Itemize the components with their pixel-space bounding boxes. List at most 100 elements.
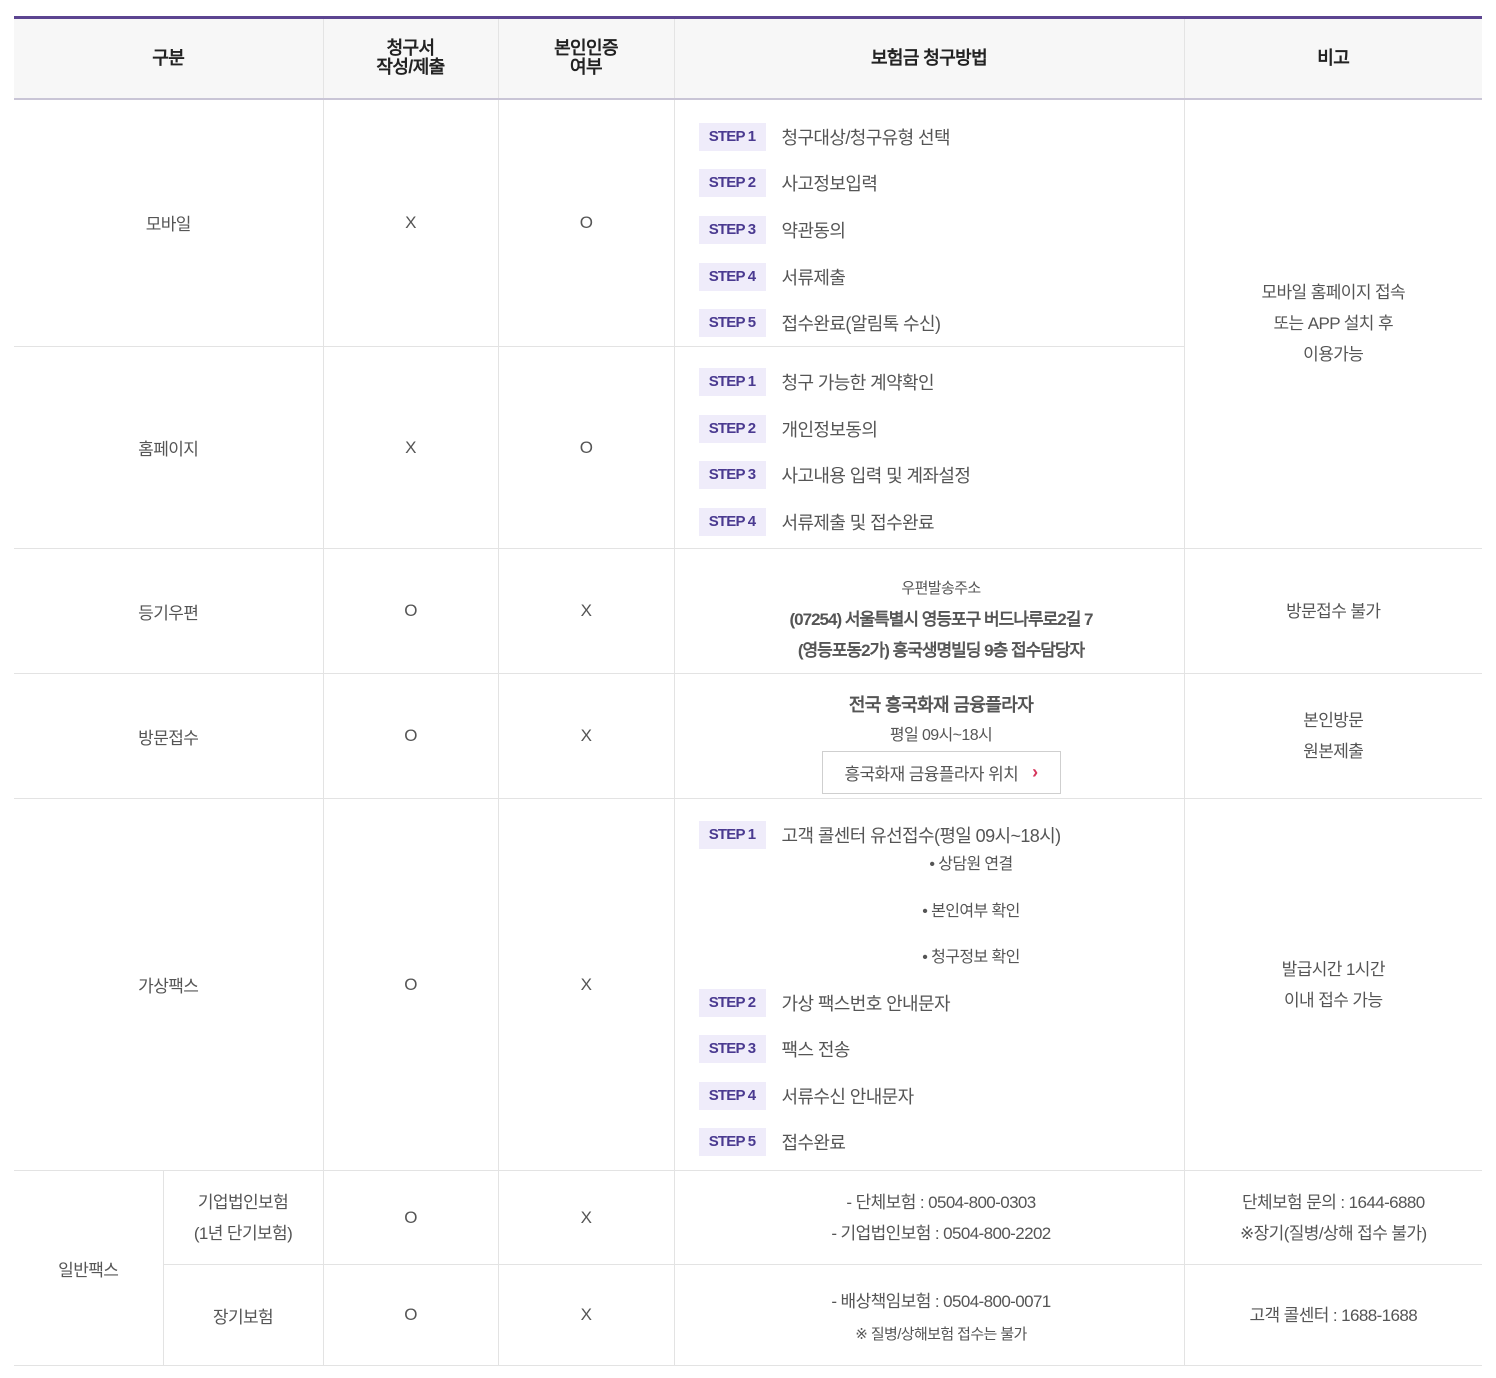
header-claim-form: 청구서 작성/제출 (322, 17, 499, 100)
corporate-insurance-name: 기업법인보험 (1년 단기보험) (162, 1170, 324, 1266)
visit-category: 방문접수 (14, 673, 324, 800)
step-item: STEP 5 접수완료(알림톡 수신) (698, 300, 1184, 347)
virtual-fax-form-mark: O (322, 798, 499, 1172)
corporate-fax-line2: - 기업법인보험 : 0504-800-2202 (831, 1223, 1051, 1243)
mail-identity-mark: X (497, 548, 675, 675)
step-badge: STEP 5 (698, 309, 766, 338)
mail-address-line2: (영등포동2가) 흥국생명빌딩 9층 접수담당자 (797, 640, 1085, 660)
row-virtual-fax: 가상팩스 O X STEP 1 고객 콜센터 유선접수(평일 09시~18시) •… (14, 798, 1483, 1172)
corporate-fax-line1: - 단체보험 : 0504-800-0303 (846, 1192, 1036, 1212)
sub-step-item: • 본인여부 확인 (922, 902, 1020, 920)
table-header-row: 구분 청구서 작성/제출 본인인증 여부 보험금 청구방법 비고 (14, 17, 1483, 100)
step-text: 접수완료(알림톡 수신) (781, 314, 941, 335)
row-mobile: 모바일 X O STEP 1 청구대상/청구유형 선택 STEP 2 사고정보입력 … (14, 98, 1483, 550)
step-text: 개인정보동의 (781, 419, 878, 440)
step-badge: STEP 4 (698, 1081, 766, 1110)
corporate-insurance-name-line1: 기업법인보험 (197, 1192, 289, 1212)
step-text: 청구 가능한 계약확인 (781, 373, 935, 394)
virtual-fax-remark-line1: 발급시간 1시간 (1281, 959, 1386, 979)
sub-step-item: • 청구정보 확인 (922, 949, 1020, 967)
step-badge: STEP 2 (698, 414, 766, 443)
step-item: STEP 2 사고정보입력 (698, 160, 1184, 207)
step-item: STEP 1 청구 가능한 계약확인 (698, 359, 1184, 406)
step-badge: STEP 3 (698, 215, 766, 244)
homepage-form-mark: X (322, 346, 499, 550)
virtual-fax-method: STEP 1 고객 콜센터 유선접수(평일 09시~18시) • 상담원 연결 •… (673, 798, 1185, 1172)
step-item: STEP 5 접수완료 (698, 1119, 1184, 1166)
virtual-fax-category: 가상팩스 (14, 798, 324, 1172)
mail-address-line1: (07254) 서울특별시 영등포구 버드나루로2길 7 (789, 609, 1094, 629)
step-item: STEP 3 약관동의 (698, 207, 1184, 254)
header-identity-line1: 본인인증 (554, 38, 618, 59)
chevron-right-icon: › (1032, 761, 1038, 782)
step-badge: STEP 3 (698, 461, 766, 490)
corporate-identity-mark: X (497, 1170, 675, 1266)
longterm-fax-line1: - 배상책임보험 : 0504-800-0071 (831, 1292, 1051, 1312)
corporate-remark-line2: ※장기(질병/상해 접수 불가) (1239, 1223, 1427, 1243)
row-mail: 등기우편 O X 우편발송주소 (07254) 서울특별시 영등포구 버드나루로… (14, 548, 1483, 675)
corporate-remark: 단체보험 문의 : 1644-6880 ※장기(질병/상해 접수 불가) (1183, 1170, 1483, 1266)
visit-remark: 본인방문 원본제출 (1183, 673, 1483, 800)
step-item: STEP 2 개인정보동의 (698, 405, 1184, 452)
virtual-fax-step-list: STEP 1 고객 콜센터 유선접수(평일 09시~18시) • 상담원 연결 •… (698, 804, 1184, 1166)
step-text: 사고내용 입력 및 계좌설정 (781, 466, 971, 487)
general-fax-category: 일반팩스 (14, 1170, 163, 1367)
mail-method: 우편발송주소 (07254) 서울특별시 영등포구 버드나루로2길 7 (영등포… (673, 548, 1185, 675)
longterm-method: - 배상책임보험 : 0504-800-0071 ※ 질병/상해보험 접수는 불… (673, 1264, 1185, 1367)
step-text: 서류제출 (781, 267, 846, 288)
header-identity-line2: 여부 (570, 57, 603, 78)
longterm-fax-note: ※ 질병/상해보험 접수는 불가 (855, 1326, 1027, 1344)
corporate-insurance-name-line2: (1년 단기보험) (193, 1223, 293, 1243)
mobile-form-mark: X (322, 98, 499, 348)
header-claim-form-line2: 작성/제출 (376, 57, 445, 78)
virtual-fax-remark: 발급시간 1시간 이내 접수 가능 (1183, 798, 1483, 1172)
mobile-method: STEP 1 청구대상/청구유형 선택 STEP 2 사고정보입력 STEP 3 약관… (673, 98, 1185, 348)
homepage-identity-mark: O (497, 346, 675, 550)
step-item: STEP 4 서류수신 안내문자 (698, 1073, 1184, 1120)
mail-address-label: 우편발송주소 (901, 579, 981, 597)
online-remark-line1: 모바일 홈페이지 접속 (1261, 283, 1406, 303)
step-badge: STEP 2 (698, 169, 766, 198)
step-item: STEP 3 사고내용 입력 및 계좌설정 (698, 452, 1184, 499)
step-item: STEP 2 가상 팩스번호 안내문자 (698, 979, 1184, 1026)
homepage-method: STEP 1 청구 가능한 계약확인 STEP 2 개인정보동의 STEP 3 사고내… (673, 346, 1185, 550)
header-identity: 본인인증 여부 (497, 17, 675, 100)
step-item: STEP 4 서류제출 (698, 253, 1184, 300)
online-remark-line3: 이용가능 (1303, 345, 1364, 365)
row-general-fax-corporate: 일반팩스 기업법인보험 (1년 단기보험) O X - 단체보험 : 0504-… (14, 1170, 1483, 1367)
step-item: STEP 1 청구대상/청구유형 선택 (698, 114, 1184, 161)
online-remark: 모바일 홈페이지 접속 또는 APP 설치 후 이용가능 (1183, 98, 1483, 550)
step-badge: STEP 5 (698, 1128, 766, 1157)
virtual-fax-remark-line2: 이내 접수 가능 (1284, 990, 1383, 1010)
corporate-method: - 단체보험 : 0504-800-0303 - 기업법인보험 : 0504-8… (673, 1170, 1185, 1266)
plaza-location-button[interactable]: 흥국화재 금융플라자 위치 › (821, 750, 1061, 794)
step-badge: STEP 1 (698, 821, 766, 850)
sub-step-item: • 상담원 연결 (929, 856, 1013, 874)
step-text: 가상 팩스번호 안내문자 (781, 993, 951, 1014)
step-text: 팩스 전송 (781, 1040, 851, 1061)
step-badge: STEP 4 (698, 262, 766, 291)
homepage-category: 홈페이지 (14, 346, 324, 550)
corporate-remark-line1: 단체보험 문의 : 1644-6880 (1241, 1192, 1425, 1212)
step-badge: STEP 4 (698, 507, 766, 536)
step-text: 서류수신 안내문자 (781, 1086, 915, 1107)
claim-methods-table: 구분 청구서 작성/제출 본인인증 여부 보험금 청구방법 비고 모바일 X O… (14, 16, 1483, 1367)
corporate-form-mark: O (322, 1170, 499, 1266)
header-category: 구분 (14, 17, 324, 100)
visit-method: 전국 흥국화재 금융플라자 평일 09시~18시 흥국화재 금융플라자 위치 › (673, 673, 1185, 800)
visit-identity-mark: X (497, 673, 675, 800)
step-text: 고객 콜센터 유선접수(평일 09시~18시) (781, 826, 1062, 847)
step-text: 사고정보입력 (781, 174, 878, 195)
mobile-step-list: STEP 1 청구대상/청구유형 선택 STEP 2 사고정보입력 STEP 3 약관… (698, 100, 1184, 347)
mobile-category: 모바일 (14, 98, 324, 348)
virtual-fax-identity-mark: X (497, 798, 675, 1172)
longterm-remark: 고객 콜센터 : 1688-1688 (1183, 1264, 1483, 1367)
longterm-insurance-name: 장기보험 (162, 1264, 324, 1367)
step-item: STEP 3 팩스 전송 (698, 1026, 1184, 1073)
longterm-form-mark: O (322, 1264, 499, 1367)
step-text: 서류제출 및 접수완료 (781, 512, 935, 533)
step-text: 약관동의 (781, 220, 846, 241)
row-general-fax-longterm: 장기보험 O X - 배상책임보험 : 0504-800-0071 ※ 질병/상… (14, 1264, 1483, 1367)
step-text: 청구대상/청구유형 선택 (781, 127, 951, 148)
header-method: 보험금 청구방법 (673, 17, 1185, 100)
